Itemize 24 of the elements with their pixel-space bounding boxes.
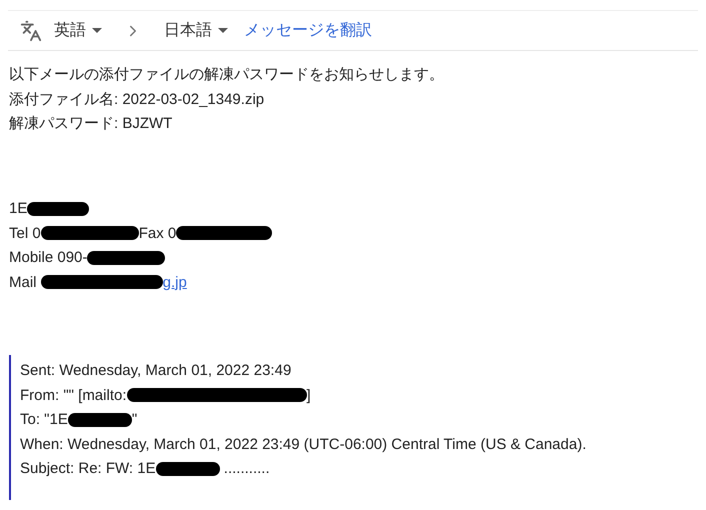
email-link[interactable]: g.jp	[162, 274, 187, 291]
text-line: 1E	[9, 200, 28, 218]
redaction-mark	[156, 462, 220, 476]
text-line: From: "" [mailto:	[20, 386, 126, 404]
text-line: 解凍パスワード: BJZWT	[9, 114, 172, 134]
text-line: ...........	[222, 460, 270, 478]
text-line: Sent: Wednesday, March 01, 2022 23:49	[20, 362, 292, 380]
text-line: Mobile 090-	[9, 249, 88, 266]
translate-icon	[20, 20, 42, 42]
redaction-mark	[27, 202, 90, 216]
text-line: Fax 0	[138, 224, 176, 242]
translate-message-link[interactable]: メッセージを翻訳	[244, 20, 372, 41]
redaction-mark	[68, 412, 132, 427]
text-line: Subject: Re: FW: 1E	[20, 460, 156, 478]
text-line: Mail	[9, 274, 38, 291]
text-line: ]	[306, 386, 311, 404]
text-line: 添付ファイル名: 2022-03-02_1349.zip	[9, 90, 264, 110]
target-language-dropdown[interactable]: 日本語	[160, 20, 232, 41]
text-line: "	[132, 411, 138, 428]
text-line: When: Wednesday, March 01, 2022 23:49 (UTC-06:00) Central Time (US & Canada).	[20, 436, 586, 453]
source-language-dropdown[interactable]: 英語	[50, 20, 106, 41]
text-line: Tel 0	[9, 224, 41, 242]
text-line: 以下メールの添付ファイルの解凍パスワードをお知らせします。	[9, 65, 444, 85]
text-line: To: "1E	[20, 411, 68, 428]
